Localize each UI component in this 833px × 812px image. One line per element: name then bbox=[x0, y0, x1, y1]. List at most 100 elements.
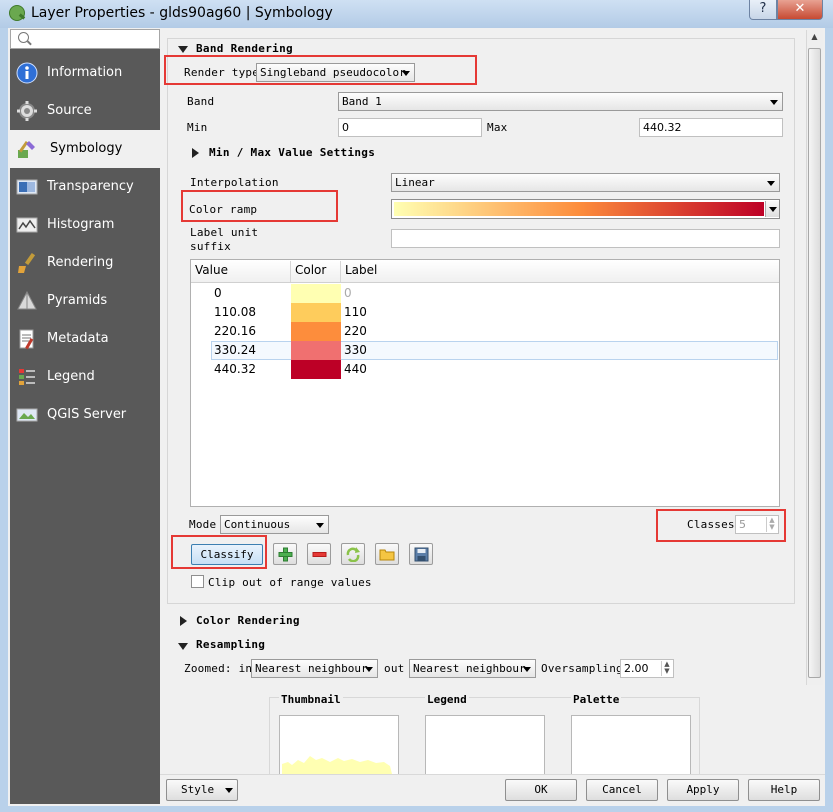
sidebar-item-transparency[interactable]: Transparency bbox=[10, 168, 160, 206]
sidebar-search-input[interactable] bbox=[10, 29, 160, 49]
folder-icon bbox=[379, 549, 395, 561]
style-menu-button[interactable]: Style bbox=[166, 779, 238, 801]
color-ramp-gradient bbox=[394, 202, 764, 216]
pyramids-icon bbox=[16, 290, 38, 312]
color-swatch[interactable] bbox=[291, 284, 341, 303]
rendering-icon bbox=[16, 252, 38, 274]
spin-arrows-icon[interactable]: ▲ ▼ bbox=[661, 661, 672, 676]
minus-icon bbox=[312, 552, 327, 557]
sidebar-item-source[interactable]: Source bbox=[10, 92, 160, 130]
collapse-arrow-icon[interactable] bbox=[178, 643, 188, 650]
sort-entries-button[interactable] bbox=[341, 543, 365, 565]
column-header-color[interactable]: Color bbox=[295, 259, 326, 282]
add-entry-button[interactable] bbox=[273, 543, 297, 565]
color-ramp-select[interactable] bbox=[391, 199, 780, 219]
thumbnail-title: Thumbnail bbox=[279, 693, 343, 706]
oversampling-label: Oversampling bbox=[541, 662, 623, 675]
sidebar-item-label: Symbology bbox=[50, 141, 123, 156]
color-swatch[interactable] bbox=[291, 322, 341, 341]
row-value: 0 bbox=[214, 286, 222, 300]
zoomed-in-value: Nearest neighbour bbox=[255, 662, 368, 675]
interpolation-select[interactable]: Linear bbox=[391, 173, 780, 192]
help-button[interactable]: Help bbox=[748, 779, 820, 801]
row-label[interactable]: 440 bbox=[344, 362, 367, 376]
color-ramp-dropdown-button[interactable] bbox=[765, 201, 779, 217]
color-rendering-title[interactable]: Color Rendering bbox=[196, 614, 300, 627]
chevron-down-icon bbox=[402, 71, 410, 76]
column-header-label[interactable]: Label bbox=[345, 259, 377, 282]
table-row[interactable]: 0 0 bbox=[191, 284, 779, 303]
classes-spinbox[interactable]: 5 ▲ ▼ bbox=[735, 515, 779, 534]
legend-preview bbox=[425, 715, 545, 775]
color-ramp-label: Color ramp bbox=[189, 203, 258, 216]
clip-checkbox[interactable] bbox=[191, 575, 204, 588]
render-type-value: Singleband pseudocolor bbox=[260, 66, 406, 79]
scroll-up-icon[interactable]: ▲ bbox=[808, 32, 821, 46]
expand-arrow-icon[interactable] bbox=[180, 616, 187, 626]
color-swatch[interactable] bbox=[291, 360, 341, 379]
table-row[interactable]: 110.08 110 bbox=[191, 303, 779, 322]
sidebar-item-metadata[interactable]: Metadata bbox=[10, 320, 160, 358]
zoomed-in-select[interactable]: Nearest neighbour bbox=[251, 659, 378, 678]
ok-button[interactable]: OK bbox=[505, 779, 577, 801]
mode-select[interactable]: Continuous bbox=[220, 515, 329, 534]
max-input[interactable]: 440.32 bbox=[639, 118, 783, 137]
apply-button[interactable]: Apply bbox=[667, 779, 739, 801]
classify-button[interactable]: Classify bbox=[191, 544, 263, 565]
row-label[interactable]: 220 bbox=[344, 324, 367, 338]
window-close-button[interactable]: ✕ bbox=[777, 0, 823, 20]
scrollbar-thumb[interactable] bbox=[808, 48, 821, 678]
resampling-title: Resampling bbox=[196, 638, 266, 651]
mode-label: Mode bbox=[189, 518, 217, 531]
row-value: 110.08 bbox=[214, 305, 256, 319]
table-row[interactable]: 440.32 440 bbox=[191, 360, 779, 379]
legend-preview-title: Legend bbox=[425, 693, 469, 706]
save-icon bbox=[414, 547, 429, 562]
column-header-value[interactable]: Value bbox=[195, 259, 228, 282]
sidebar-item-symbology[interactable]: Symbology bbox=[10, 130, 160, 168]
sidebar-item-histogram[interactable]: Histogram bbox=[10, 206, 160, 244]
cancel-button[interactable]: Cancel bbox=[586, 779, 658, 801]
label-unit-label-line2: suffix bbox=[190, 240, 231, 253]
band-value: Band 1 bbox=[342, 95, 382, 108]
color-swatch[interactable] bbox=[291, 303, 341, 322]
chevron-down-icon bbox=[316, 523, 324, 528]
sidebar-item-rendering[interactable]: Rendering bbox=[10, 244, 160, 282]
zoomed-in-label: Zoomed: in bbox=[184, 662, 253, 675]
sidebar-item-legend[interactable]: Legend bbox=[10, 358, 160, 396]
load-color-map-button[interactable] bbox=[375, 543, 399, 565]
oversampling-spinbox[interactable]: 2.00 ▲ ▼ bbox=[620, 659, 674, 678]
interpolation-label: Interpolation bbox=[190, 176, 279, 189]
thumbnail-preview bbox=[279, 715, 399, 775]
window-help-button[interactable]: ? bbox=[749, 0, 777, 20]
min-input[interactable]: 0 bbox=[338, 118, 482, 137]
zoomed-out-select[interactable]: Nearest neighbour bbox=[409, 659, 536, 678]
mode-value: Continuous bbox=[224, 518, 291, 531]
table-row[interactable]: 330.24 330 bbox=[191, 341, 779, 360]
sidebar-item-pyramids[interactable]: Pyramids bbox=[10, 282, 160, 320]
row-label[interactable]: 0 bbox=[344, 286, 352, 300]
expand-arrow-icon[interactable] bbox=[192, 148, 199, 158]
color-swatch[interactable] bbox=[291, 341, 341, 360]
row-label[interactable]: 110 bbox=[344, 305, 367, 319]
export-color-map-button[interactable] bbox=[409, 543, 433, 565]
label-unit-suffix-input[interactable] bbox=[391, 229, 780, 248]
band-select[interactable]: Band 1 bbox=[338, 92, 783, 111]
refresh-icon bbox=[346, 547, 360, 562]
metadata-icon bbox=[16, 328, 38, 350]
spin-arrows-icon[interactable]: ▲ ▼ bbox=[766, 517, 777, 532]
palette-title: Palette bbox=[571, 693, 622, 706]
minmax-settings-title[interactable]: Min / Max Value Settings bbox=[209, 146, 375, 159]
sidebar-item-qgis-server[interactable]: QGIS Server bbox=[10, 396, 160, 434]
style-button-label: Style bbox=[181, 783, 215, 796]
sidebar-item-information[interactable]: Information bbox=[10, 54, 160, 92]
chevron-down-icon bbox=[767, 181, 775, 186]
sidebar-item-label: Source bbox=[47, 103, 92, 118]
row-label[interactable]: 330 bbox=[344, 343, 367, 357]
histogram-icon bbox=[16, 214, 38, 236]
remove-entry-button[interactable] bbox=[307, 543, 331, 565]
collapse-arrow-icon[interactable] bbox=[178, 46, 188, 53]
table-row[interactable]: 220.16 220 bbox=[191, 322, 779, 341]
render-type-select[interactable]: Singleband pseudocolor bbox=[256, 63, 415, 82]
classes-label: Classes bbox=[687, 518, 735, 531]
